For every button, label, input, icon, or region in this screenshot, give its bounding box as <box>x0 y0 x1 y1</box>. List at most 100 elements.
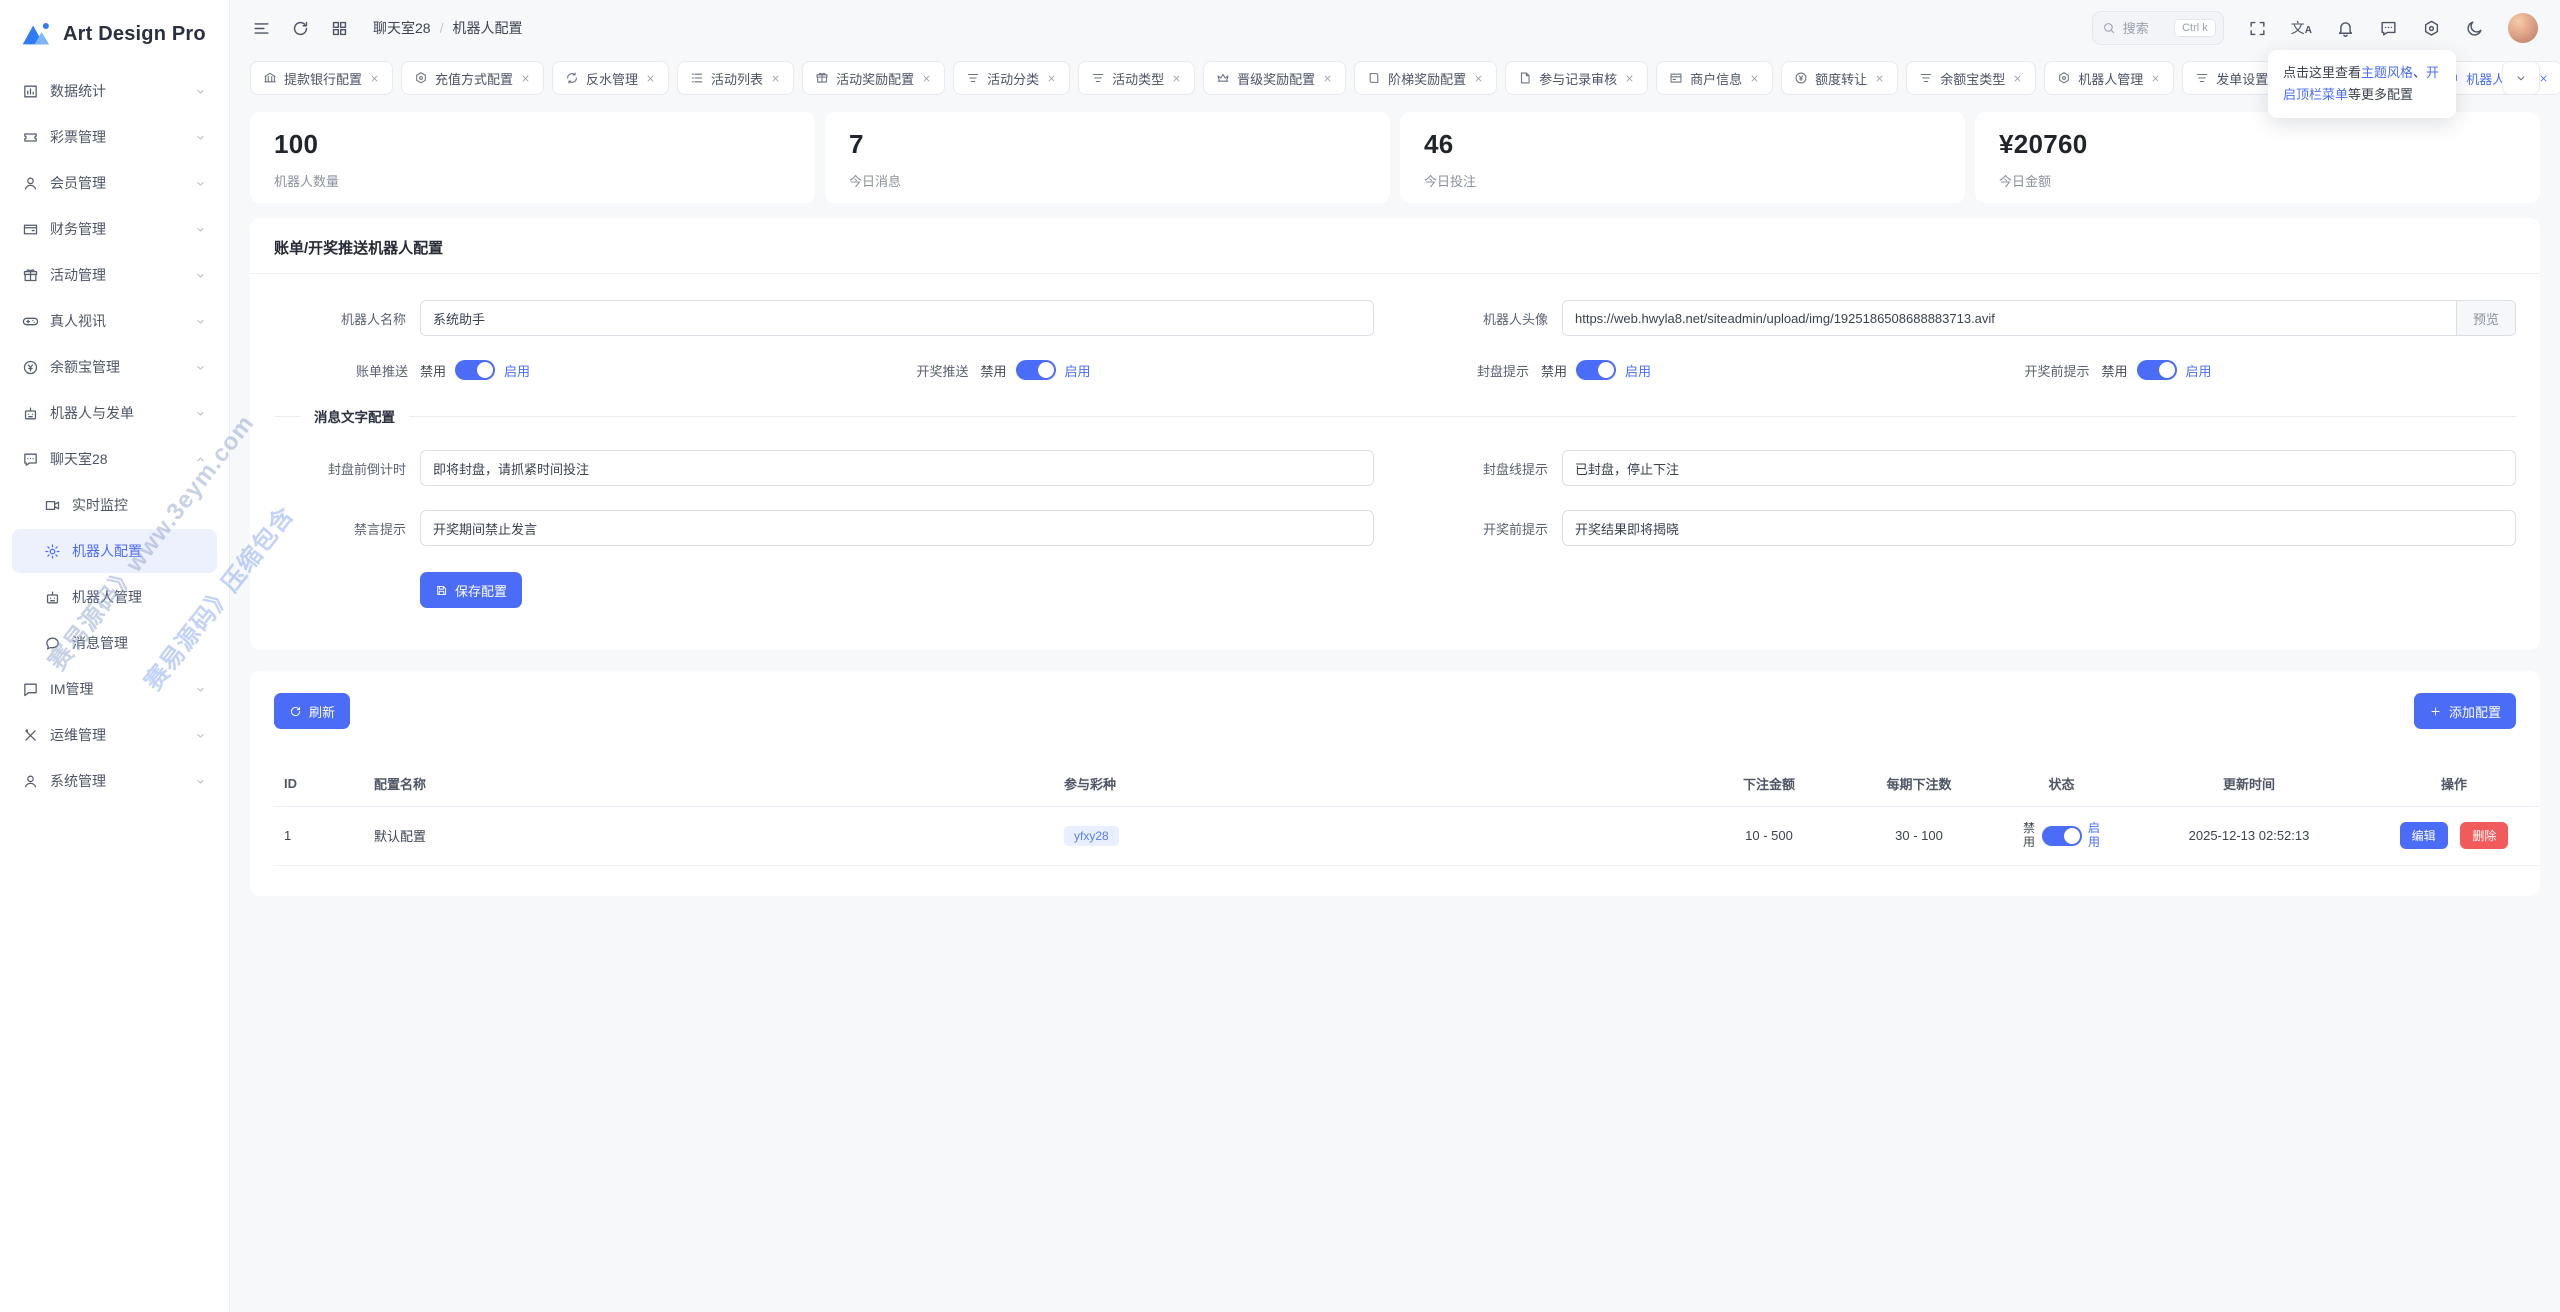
tab-activity-list[interactable]: 活动列表 <box>677 61 794 95</box>
robot-avatar-url-input[interactable] <box>1563 301 2456 335</box>
settings-gear-icon[interactable] <box>2422 19 2441 38</box>
sidebar-item-label: IM管理 <box>50 679 183 699</box>
lottery-tag[interactable]: yfxy28 <box>1064 826 1119 846</box>
bill-push-label: 账单推送 <box>274 361 420 380</box>
close-icon[interactable] <box>1322 73 1333 84</box>
filter-icon <box>1091 71 1105 85</box>
tab-robot-manage[interactable]: 机器人管理 <box>2044 61 2174 95</box>
sidebar-subitem-robot-manage[interactable]: 机器人管理 <box>12 575 217 619</box>
sidebar-subitem-realtime-monitor[interactable]: 实时监控 <box>12 483 217 527</box>
refresh-page-icon[interactable] <box>291 19 310 38</box>
user-icon <box>22 175 39 192</box>
top-header: 聊天室28 / 机器人配置 Ctrl k 文A <box>230 0 2560 56</box>
sidebar-item-yuebao[interactable]: 余额宝管理 <box>12 345 217 389</box>
tab-activity-reward-config[interactable]: 活动奖励配置 <box>802 61 945 95</box>
sidebar-item-live-video[interactable]: 真人视讯 <box>12 299 217 343</box>
stat-card-today-amount: ¥20760 今日金额 <box>1975 112 2540 203</box>
tab-yuebao-type[interactable]: 余额宝类型 <box>1906 61 2036 95</box>
tab-rebate-manage[interactable]: 反水管理 <box>552 61 669 95</box>
user-avatar[interactable] <box>2508 13 2538 43</box>
sidebar-item-label: 会员管理 <box>50 173 183 193</box>
theme-style-link[interactable]: 主题风格 <box>2361 65 2413 80</box>
tab-quota-transfer[interactable]: 额度转让 <box>1781 61 1898 95</box>
save-config-button[interactable]: 保存配置 <box>420 572 522 608</box>
close-icon[interactable] <box>645 73 656 84</box>
col-bets-per-period: 每期下注数 <box>1844 761 1994 807</box>
filter-icon <box>966 71 980 85</box>
sidebar-item-label: 活动管理 <box>50 265 183 285</box>
tab-merchant-info[interactable]: 商户信息 <box>1656 61 1773 95</box>
tab-participation-audit[interactable]: 参与记录审核 <box>1505 61 1648 95</box>
close-icon[interactable] <box>1171 73 1182 84</box>
countdown-input[interactable] <box>420 450 1374 486</box>
tabs-dropdown-button[interactable] <box>2502 61 2540 95</box>
search-input[interactable] <box>2123 21 2167 36</box>
tab-activity-category[interactable]: 活动分类 <box>953 61 1070 95</box>
document-icon <box>1518 71 1532 85</box>
list-icon <box>690 71 704 85</box>
dark-mode-moon-icon[interactable] <box>2465 19 2484 38</box>
close-icon[interactable] <box>1473 73 1484 84</box>
global-search[interactable]: Ctrl k <box>2092 11 2224 45</box>
sidebar-item-activities[interactable]: 活动管理 <box>12 253 217 297</box>
sidebar-item-finance[interactable]: 财务管理 <box>12 207 217 251</box>
wallet-icon <box>22 221 39 238</box>
tab-activity-type[interactable]: 活动类型 <box>1078 61 1195 95</box>
add-config-button[interactable]: 添加配置 <box>2414 693 2516 729</box>
sidebar-item-label: 机器人与发单 <box>50 403 183 423</box>
close-icon[interactable] <box>921 73 932 84</box>
bill-push-toggle[interactable] <box>455 360 495 380</box>
close-icon[interactable] <box>770 73 781 84</box>
tab-recharge-method-config[interactable]: 充值方式配置 <box>401 61 544 95</box>
close-icon[interactable] <box>2150 73 2161 84</box>
tab-label: 充值方式配置 <box>435 69 513 88</box>
breadcrumb-parent[interactable]: 聊天室28 <box>373 18 431 38</box>
close-icon[interactable] <box>369 73 380 84</box>
apps-grid-icon[interactable] <box>330 19 349 38</box>
delete-button[interactable]: 删除 <box>2460 822 2508 849</box>
translate-icon[interactable]: 文A <box>2291 21 2312 36</box>
video-icon <box>44 497 61 514</box>
tab-withdraw-bank-config[interactable]: 提款银行配置 <box>250 61 393 95</box>
chevron-down-icon <box>194 729 207 742</box>
notification-bell-icon[interactable] <box>2336 19 2355 38</box>
draw-push-label: 开奖推送 <box>835 361 981 380</box>
sidebar-item-system-manage[interactable]: 系统管理 <box>12 759 217 803</box>
sidebar-item-members[interactable]: 会员管理 <box>12 161 217 205</box>
close-icon[interactable] <box>520 73 531 84</box>
seal-notice-toggle[interactable] <box>1576 360 1616 380</box>
sidebar-item-chatroom28[interactable]: 聊天室28 <box>12 437 217 481</box>
stat-card-today-bets: 46 今日投注 <box>1400 112 1965 203</box>
close-icon[interactable] <box>1749 73 1760 84</box>
sidebar-item-data-stats[interactable]: 数据统计 <box>12 69 217 113</box>
chevron-down-icon <box>194 223 207 236</box>
sidebar-subitem-robot-config[interactable]: 机器人配置 <box>12 529 217 573</box>
close-icon[interactable] <box>1624 73 1635 84</box>
refresh-button[interactable]: 刷新 <box>274 693 350 729</box>
close-icon[interactable] <box>2012 73 2023 84</box>
refresh-button-label: 刷新 <box>309 702 335 721</box>
close-icon[interactable] <box>1046 73 1057 84</box>
messages-icon[interactable] <box>2379 19 2398 38</box>
robot-name-input[interactable] <box>420 300 1374 336</box>
fullscreen-icon[interactable] <box>2248 19 2267 38</box>
pre-draw-notice-toggle[interactable] <box>2137 360 2177 380</box>
sealed-line-input[interactable] <box>1562 450 2516 486</box>
mute-notice-input[interactable] <box>420 510 1374 546</box>
draw-push-toggle[interactable] <box>1016 360 1056 380</box>
row-status-toggle[interactable] <box>2042 826 2082 846</box>
close-icon[interactable] <box>1874 73 1885 84</box>
sidebar-item-robot-dispatch[interactable]: 机器人与发单 <box>12 391 217 435</box>
tab-ladder-reward-config[interactable]: 阶梯奖励配置 <box>1354 61 1497 95</box>
sidebar-item-im-manage[interactable]: IM管理 <box>12 667 217 711</box>
edit-button[interactable]: 编辑 <box>2400 822 2448 849</box>
pre-draw-text-input[interactable] <box>1562 510 2516 546</box>
sidebar-item-label: 余额宝管理 <box>50 357 183 377</box>
tab-label: 余额宝类型 <box>1940 69 2005 88</box>
tab-promotion-reward-config[interactable]: 晋级奖励配置 <box>1203 61 1346 95</box>
sidebar-item-lottery[interactable]: 彩票管理 <box>12 115 217 159</box>
collapse-menu-icon[interactable] <box>252 19 271 38</box>
sidebar-item-ops-manage[interactable]: 运维管理 <box>12 713 217 757</box>
preview-button[interactable]: 预览 <box>2456 301 2515 335</box>
sidebar-subitem-message-manage[interactable]: 消息管理 <box>12 621 217 665</box>
